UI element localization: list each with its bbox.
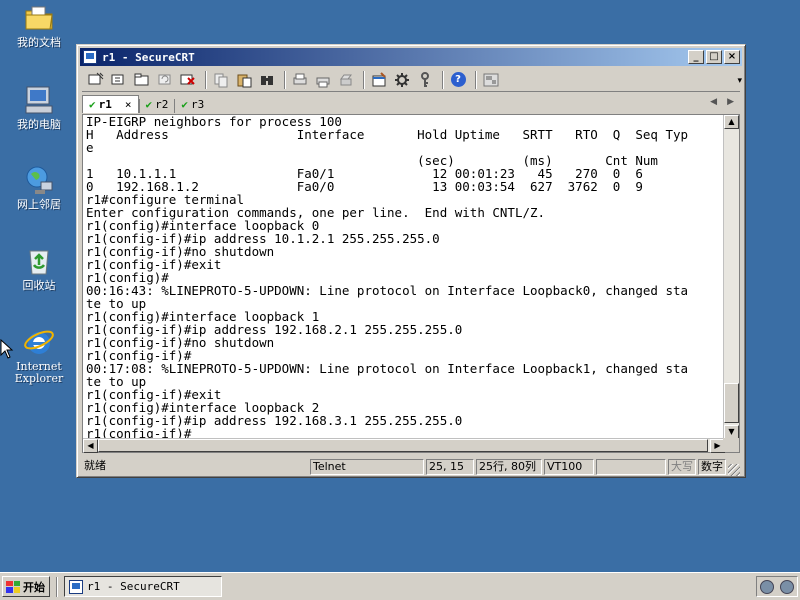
connected-check-icon: ✔ [145,97,153,111]
windows-flag-icon [6,580,20,593]
toolbar-separator [475,70,477,89]
ie-label-line2: Explorer [14,372,64,385]
desktop-icon-label: 网上邻居 [17,198,61,211]
securecrt-taskbar-icon [69,579,83,594]
terminal-line: H Address Interface Hold Uptime SRTT RTO… [86,127,689,142]
terminal-line: 00:16:43: %LINEPROTO-5-UPDOWN: Line prot… [86,283,689,298]
session-tabs: ✔ r1 × ✔ r2 ✔ r3 ◀ ▶ [82,95,740,113]
window-title: r1 - SecureCRT [102,50,195,64]
toolbar-separator [442,70,444,89]
keymap-icon[interactable] [481,71,501,89]
status-rows-cols: 25行, 80列 [476,459,542,475]
reconnect-icon[interactable] [155,71,175,89]
tab-r1[interactable]: ✔ r1 × [82,95,139,113]
tab-close-icon[interactable]: × [125,98,132,111]
system-tray [756,576,798,597]
status-emulation: VT100 [544,459,594,475]
session-options-icon[interactable] [369,71,389,89]
copy-icon[interactable] [211,71,231,89]
global-options-icon[interactable] [392,71,412,89]
start-label: 开始 [23,580,45,594]
desktop-icon-my-computer[interactable]: 我的电脑 [6,84,72,131]
ie-icon [23,326,55,358]
help-icon[interactable]: ? [448,71,468,89]
connect-in-tab-icon[interactable] [132,71,152,89]
horizontal-scrollbar[interactable]: ◀ ▶ [83,438,725,453]
paste-icon[interactable] [234,71,254,89]
status-caps: 大写 [668,459,696,475]
tab-label: r1 [98,98,112,111]
scroll-left-icon[interactable]: ◀ [83,439,98,453]
quick-connect-icon[interactable] [109,71,129,89]
connected-check-icon: ✔ [89,98,96,111]
terminal-area[interactable]: IP-EIGRP neighbors for process 100 H Addr… [82,114,740,453]
find-icon[interactable] [257,71,277,89]
toolbar: ? [82,68,740,92]
taskbar-button-label: r1 - SecureCRT [87,580,180,593]
status-ready: 就绪 [84,459,106,472]
terminal-line: 00:17:08: %LINEPROTO-5-UPDOWN: Line prot… [86,361,689,376]
desktop-icon-label: 我的文档 [17,36,61,49]
title-bar[interactable]: r1 - SecureCRT _ □ × [80,48,742,66]
scroll-up-icon[interactable]: ▲ [724,115,739,129]
scrollbar-corner [723,438,739,452]
desktop-icon-label: 我的电脑 [17,118,61,131]
securecrt-window: r1 - SecureCRT _ □ × ? ▾ ✔ r1 × ✔ r2 ✔ r… [76,44,746,478]
vertical-scrollbar[interactable]: ▲ ▼ [723,115,739,439]
terminal-line: r1(config-if)#exit [86,257,222,272]
tab-scroll-right-icon[interactable]: ▶ [727,97,734,107]
network-icon [23,164,55,196]
resize-grip[interactable] [728,464,740,476]
desktop-icon-internet-explorer[interactable]: Internet Explorer [6,326,72,385]
taskbar: 开始 r1 - SecureCRT [0,572,800,600]
status-num: 数字 [698,459,726,475]
toolbar-separator [284,70,286,89]
horizontal-scroll-thumb[interactable] [98,439,708,452]
desktop-icon-label: 回收站 [22,279,56,292]
toolbar-separator [205,70,207,89]
printer-icon[interactable] [336,71,356,89]
connected-check-icon: ✔ [181,97,188,111]
desktop-icon-my-documents[interactable]: 我的文档 [6,2,72,49]
desktop-icon-label: Internet Explorer [15,361,63,385]
tab-scroll-left-icon[interactable]: ◀ [710,97,717,107]
tab-label: r3 [191,97,205,111]
computer-icon [23,84,55,116]
tab-label: r2 [155,97,169,111]
recycle-bin-icon [23,245,55,277]
maximize-button[interactable]: □ [706,50,722,64]
securecrt-app-icon [83,50,97,64]
tray-network-icon[interactable] [780,579,794,594]
toolbar-separator [363,70,365,89]
desktop-icon-recycle-bin[interactable]: 回收站 [6,245,72,292]
taskbar-divider [56,577,58,597]
minimize-button[interactable]: _ [688,50,704,64]
toolbar-overflow-chevron-icon[interactable]: ▾ [737,76,742,86]
tab-r2[interactable]: ✔ r2 [140,95,175,113]
status-bar: 就绪 Telnet 25, 15 25行, 80列 VT100 大写 数字 [82,459,740,476]
close-button[interactable]: × [724,50,740,64]
key-icon[interactable] [415,71,435,89]
mouse-cursor-icon [0,339,14,359]
folder-docs-icon [23,2,55,34]
taskbar-button-securecrt[interactable]: r1 - SecureCRT [64,576,222,597]
start-button[interactable]: 开始 [2,576,50,597]
status-cursor-position: 25, 15 [426,459,474,475]
print-icon[interactable] [290,71,310,89]
disconnect-icon[interactable] [178,71,198,89]
connect-icon[interactable] [86,71,106,89]
print-setup-icon[interactable] [313,71,333,89]
desktop-icon-network[interactable]: 网上邻居 [6,164,72,211]
status-blank [596,459,666,475]
status-protocol: Telnet [310,459,424,475]
scroll-down-icon[interactable]: ▼ [724,425,739,439]
tab-r3[interactable]: ✔ r3 [175,95,210,113]
vertical-scroll-thumb[interactable] [724,383,739,423]
terminal-output[interactable]: IP-EIGRP neighbors for process 100 H Addr… [86,115,726,439]
tray-speaker-icon[interactable] [760,579,774,594]
